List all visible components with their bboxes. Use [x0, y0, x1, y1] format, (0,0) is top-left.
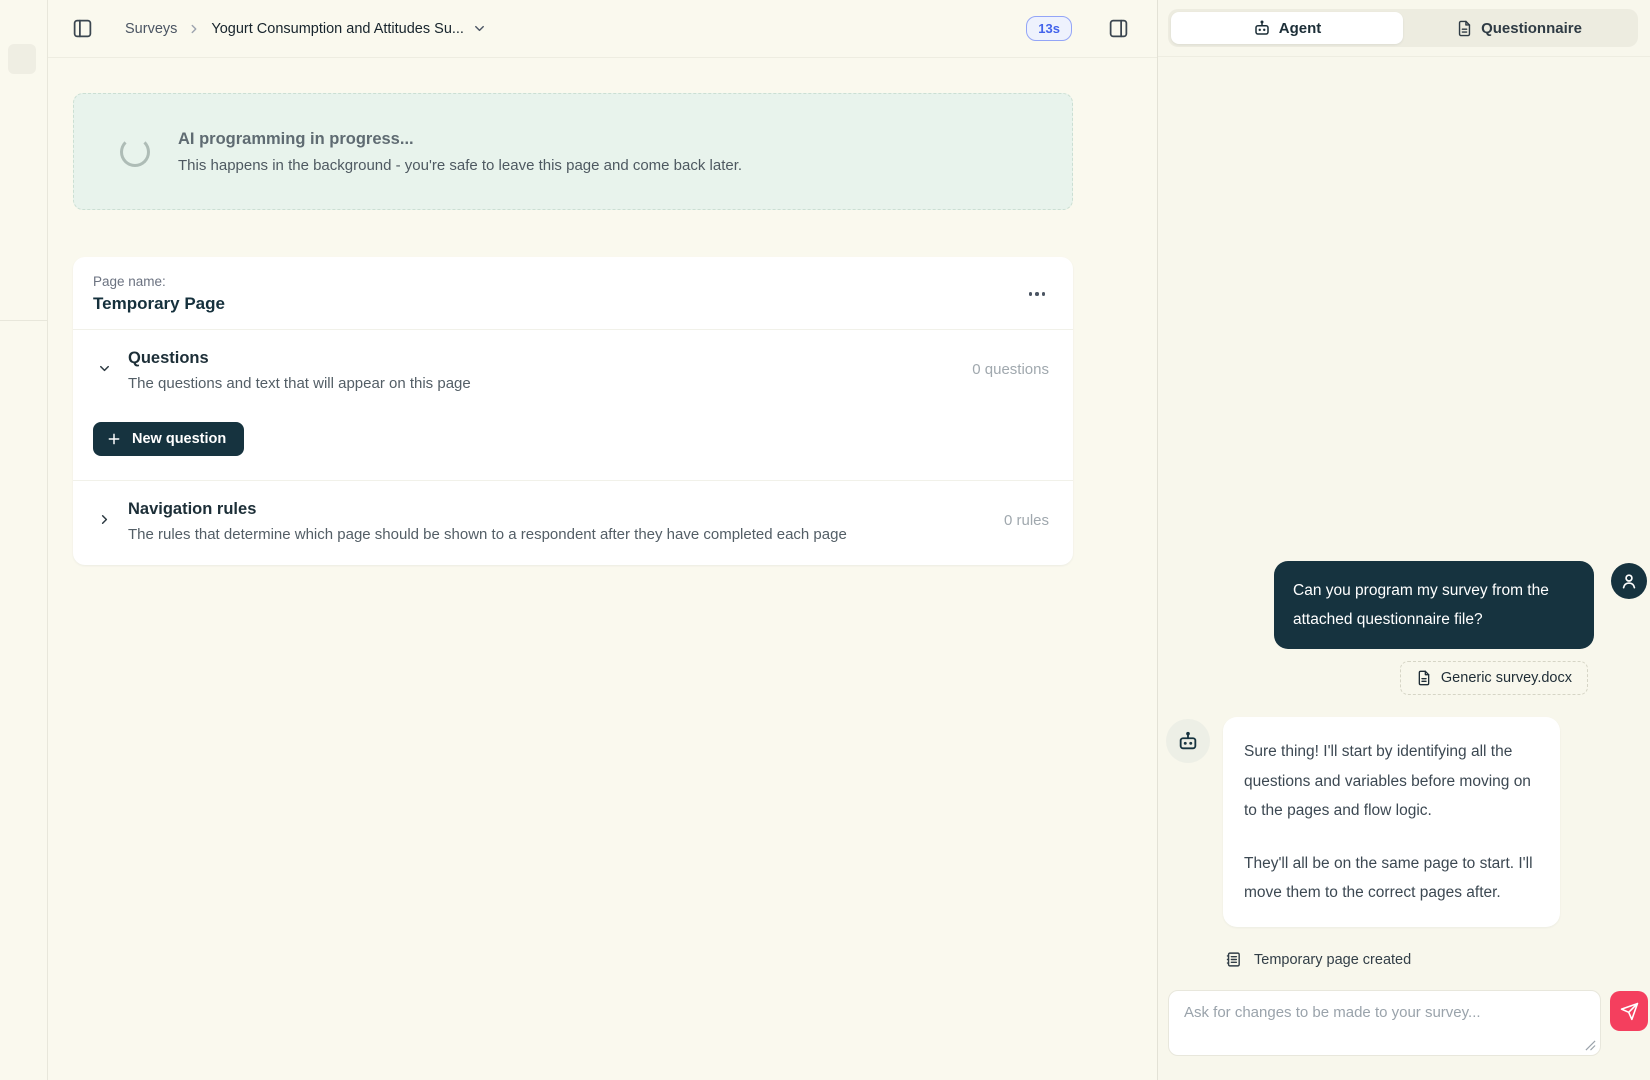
composer	[1158, 990, 1650, 1080]
sidebar-toggle-button[interactable]	[68, 14, 97, 43]
questions-collapse-button[interactable]	[91, 355, 118, 382]
right-panel-toggle-button[interactable]	[1104, 14, 1133, 43]
questions-description: The questions and text that will appear …	[128, 375, 471, 392]
breadcrumb-current-survey[interactable]: Yogurt Consumption and Attitudes Su...	[211, 21, 487, 37]
page-name-block: Page name: Temporary Page	[93, 274, 225, 314]
agent-message-row: Sure thing! I'll start by identifying al…	[1158, 717, 1650, 927]
person-icon	[1619, 571, 1639, 591]
page-card-header: Page name: Temporary Page	[73, 257, 1073, 329]
tab-agent[interactable]: Agent	[1171, 12, 1403, 44]
rail-placeholder	[8, 44, 36, 74]
timer-badge: 13s	[1026, 16, 1072, 41]
document-icon	[1416, 670, 1432, 686]
status-row: Temporary page created	[1158, 951, 1650, 968]
document-icon	[1456, 20, 1473, 37]
breadcrumb: Surveys Yogurt Consumption and Attitudes…	[125, 21, 487, 37]
rail-divider	[0, 320, 47, 321]
tab-questionnaire-label: Questionnaire	[1481, 20, 1582, 37]
tab-agent-label: Agent	[1279, 20, 1322, 37]
plus-icon	[106, 431, 122, 447]
banner-text: AI programming in progress... This happe…	[178, 130, 742, 174]
robot-icon	[1253, 19, 1271, 37]
user-avatar	[1611, 563, 1647, 599]
new-question-button[interactable]: New question	[93, 422, 244, 456]
agent-avatar	[1166, 719, 1210, 763]
robot-icon	[1177, 730, 1199, 752]
main-area: Surveys Yogurt Consumption and Attitudes…	[48, 0, 1157, 1080]
page-name-label: Page name:	[93, 274, 225, 289]
agent-message-paragraph-2: They'll all be on the same page to start…	[1244, 849, 1539, 907]
navigation-count: 0 rules	[1004, 500, 1049, 529]
chat-thread: Can you program my survey from the attac…	[1158, 57, 1650, 990]
ellipsis-icon	[1029, 292, 1046, 296]
new-question-label: New question	[132, 431, 226, 447]
attachment-row: Generic survey.docx	[1158, 661, 1650, 695]
questions-text: Questions The questions and text that wi…	[128, 349, 471, 392]
main-body: AI programming in progress... This happe…	[48, 58, 1157, 565]
journal-icon	[1225, 951, 1242, 968]
questions-count: 0 questions	[972, 349, 1049, 378]
navigation-title: Navigation rules	[128, 500, 847, 519]
spinner-icon	[120, 137, 150, 167]
panel-right-icon	[1108, 18, 1129, 39]
tab-questionnaire[interactable]: Questionnaire	[1403, 12, 1635, 44]
resize-handle-icon[interactable]	[1585, 1040, 1596, 1051]
composer-input-wrap	[1168, 990, 1601, 1061]
panel-left-icon	[72, 18, 93, 39]
banner-title: AI programming in progress...	[178, 130, 742, 149]
left-rail	[0, 0, 48, 1080]
attachment-filename: Generic survey.docx	[1441, 670, 1572, 686]
attachment-chip[interactable]: Generic survey.docx	[1400, 661, 1588, 695]
breadcrumb-surveys-link[interactable]: Surveys	[125, 21, 177, 37]
page-menu-button[interactable]	[1025, 288, 1050, 300]
chevron-right-icon	[97, 512, 112, 527]
ai-progress-banner: AI programming in progress... This happe…	[73, 93, 1073, 210]
send-button[interactable]	[1610, 991, 1648, 1031]
panel-tab-bar: Agent Questionnaire	[1168, 9, 1638, 47]
user-message-bubble: Can you program my survey from the attac…	[1274, 561, 1594, 649]
navigation-description: The rules that determine which page shou…	[128, 526, 847, 543]
questions-section-row[interactable]: Questions The questions and text that wi…	[73, 330, 1073, 414]
main-header: Surveys Yogurt Consumption and Attitudes…	[48, 0, 1157, 58]
banner-subtitle: This happens in the background - you're …	[178, 157, 742, 174]
navigation-expand-button[interactable]	[91, 506, 118, 533]
survey-title: Yogurt Consumption and Attitudes Su...	[211, 21, 464, 37]
chevron-down-icon	[97, 361, 112, 376]
status-text: Temporary page created	[1254, 952, 1411, 968]
chat-input[interactable]	[1168, 990, 1601, 1056]
agent-message-bubble: Sure thing! I'll start by identifying al…	[1223, 717, 1560, 927]
assistant-panel-header: Agent Questionnaire	[1158, 0, 1650, 57]
questions-title: Questions	[128, 349, 471, 368]
chevron-right-icon	[187, 22, 201, 36]
user-message-row: Can you program my survey from the attac…	[1158, 561, 1650, 649]
page-card: Page name: Temporary Page Questions The	[73, 257, 1073, 565]
page-name-value: Temporary Page	[93, 294, 225, 314]
chevron-down-icon	[472, 21, 487, 36]
navigation-text: Navigation rules The rules that determin…	[128, 500, 847, 543]
new-question-wrap: New question	[73, 414, 1073, 480]
navigation-rules-row[interactable]: Navigation rules The rules that determin…	[73, 481, 1073, 565]
agent-message-paragraph-1: Sure thing! I'll start by identifying al…	[1244, 737, 1539, 824]
paper-plane-icon	[1620, 1002, 1639, 1021]
assistant-panel: Agent Questionnaire Can you program my s…	[1157, 0, 1650, 1080]
